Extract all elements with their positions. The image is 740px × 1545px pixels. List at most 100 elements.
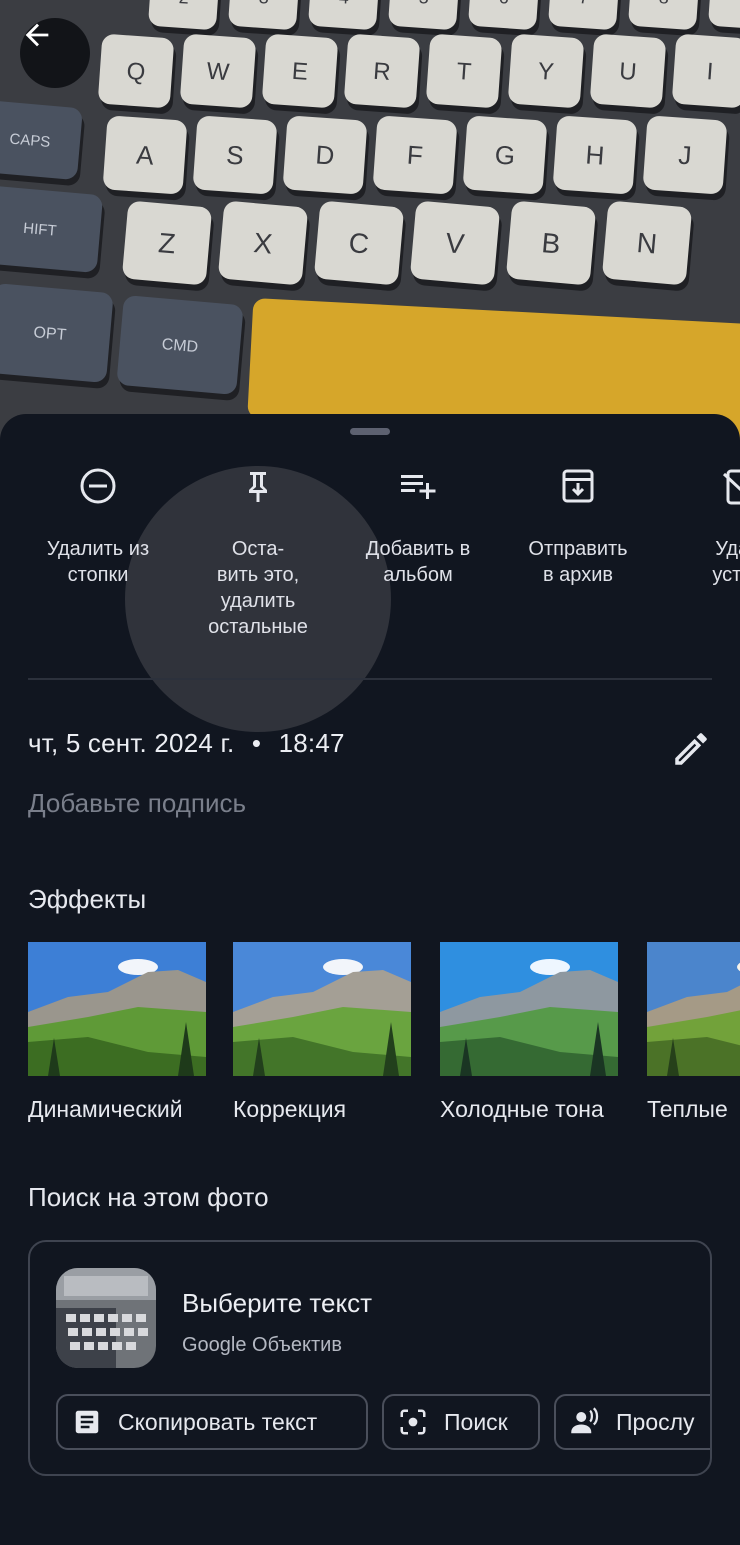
key-H: H xyxy=(553,116,640,201)
document-text-icon xyxy=(75,1410,99,1434)
lens-search-chip[interactable]: Поиск xyxy=(382,1394,540,1450)
playlist-add-icon xyxy=(401,475,436,499)
svg-text:S: S xyxy=(225,140,244,171)
svg-text:C: C xyxy=(348,227,371,260)
chip-label: Скопировать текст xyxy=(118,1408,318,1435)
speak-person-icon xyxy=(571,1407,599,1434)
photo-time: 18:47 xyxy=(278,728,345,758)
key-3: 3 xyxy=(228,0,302,36)
remove-circle-icon xyxy=(80,468,116,504)
key-shift: HIFT xyxy=(0,185,105,279)
divider xyxy=(28,678,712,680)
photo-datetime: чт, 5 сент. 2024 г. • 18:47 xyxy=(28,728,345,759)
svg-text:U: U xyxy=(618,58,637,86)
effect-thumbnail xyxy=(233,942,411,1076)
svg-text:8: 8 xyxy=(658,0,669,8)
photo-details-sheet: Удалить из стопки Оста- вить это, удалит… xyxy=(0,414,740,1545)
svg-text:CAPS: CAPS xyxy=(9,130,51,150)
keyboard-photo: 2345678(QWERTYUICAPSASDFGHJHIFTZXCVBNOPT… xyxy=(0,0,740,440)
svg-text:A: A xyxy=(135,140,155,171)
arrow-back-icon xyxy=(25,23,49,47)
action-archive[interactable]: Отправить в архив xyxy=(503,452,653,588)
svg-text:D: D xyxy=(315,139,336,170)
lens-preview-thumbnail[interactable] xyxy=(56,1268,156,1368)
effect-name: Холодные тона xyxy=(440,1096,604,1122)
effect-name: Коррекция xyxy=(233,1096,347,1122)
pin-icon xyxy=(249,472,267,502)
svg-text:HIFT: HIFT xyxy=(23,220,58,240)
chip-label: Прослу xyxy=(616,1408,695,1435)
datetime-separator: • xyxy=(251,728,262,758)
svg-text:7: 7 xyxy=(578,0,589,8)
key-B: B xyxy=(506,201,598,291)
key-I: I xyxy=(672,34,740,114)
effect-cool-tones[interactable]: Холодные тона xyxy=(440,942,618,1123)
key-G: G xyxy=(463,116,550,201)
back-button[interactable] xyxy=(20,18,90,88)
svg-text:H: H xyxy=(585,139,606,170)
svg-text:2: 2 xyxy=(178,0,189,8)
svg-text:Q: Q xyxy=(126,58,147,86)
key-Q: Q xyxy=(98,34,177,114)
action-remove-from-stack[interactable]: Удалить из стопки xyxy=(23,452,173,588)
svg-text:B: B xyxy=(540,227,561,260)
photo-viewer[interactable]: 2345678(QWERTYUICAPSASDFGHJHIFTZXCVBNOPT… xyxy=(0,0,740,440)
svg-text:G: G xyxy=(494,139,516,170)
svg-text:T: T xyxy=(456,58,473,86)
stack-actions-row: Удалить из стопки Оста- вить это, удалит… xyxy=(0,452,740,732)
key-7: 7 xyxy=(548,0,622,36)
effect-name: Динамический xyxy=(28,1096,183,1122)
effect-thumbnail xyxy=(28,942,206,1076)
effect-warm-tones[interactable]: Теплые xyxy=(647,942,740,1123)
key-R: R xyxy=(344,34,423,114)
listen-chip[interactable]: Прослу xyxy=(554,1394,710,1450)
key-6: 6 xyxy=(468,0,542,36)
effect-correction[interactable]: Коррекция xyxy=(233,942,411,1123)
svg-text:E: E xyxy=(291,58,309,86)
lens-preview-image xyxy=(56,1268,156,1368)
lens-title: Выберите текст xyxy=(182,1288,373,1318)
key-2: 2 xyxy=(148,0,222,36)
effect-name: Теплые xyxy=(647,1096,728,1122)
svg-text:5: 5 xyxy=(418,0,429,8)
chip-label: Поиск xyxy=(444,1408,508,1435)
edit-pencil-icon xyxy=(675,733,707,765)
svg-text:6: 6 xyxy=(498,0,509,8)
copy-text-chip[interactable]: Скопировать текст xyxy=(56,1394,368,1450)
key-T: T xyxy=(426,34,505,114)
action-delete-from-device[interactable]: Удал устро xyxy=(663,452,740,588)
action-label: Удал устро xyxy=(712,538,740,586)
key-V: V xyxy=(410,201,502,291)
svg-text:X: X xyxy=(252,227,274,260)
effect-dynamic[interactable]: Динамический xyxy=(28,942,206,1123)
edit-datetime-button[interactable] xyxy=(670,728,712,770)
effects-carousel[interactable]: Динамический Коррекция Холодные тона Теп… xyxy=(0,942,740,1142)
google-lens-card[interactable]: Выберите текст Google Объектив Скопирова… xyxy=(28,1240,712,1476)
lens-subtitle: Google Объектив xyxy=(182,1334,342,1356)
effect-thumbnail xyxy=(440,942,618,1076)
action-label: Отправить в архив xyxy=(528,538,628,586)
key-N: N xyxy=(602,201,694,291)
svg-text:OPT: OPT xyxy=(33,324,67,344)
action-label: Оста- вить это, удалить остальные xyxy=(208,538,308,638)
key-A: A xyxy=(103,116,190,201)
svg-text:R: R xyxy=(372,58,391,86)
key-C: C xyxy=(314,201,406,291)
drag-handle[interactable] xyxy=(350,428,390,435)
svg-text:Y: Y xyxy=(537,58,555,86)
svg-text:3: 3 xyxy=(258,0,269,8)
svg-text:CMD: CMD xyxy=(161,336,199,356)
key-S: S xyxy=(193,116,280,201)
key-5: 5 xyxy=(388,0,462,36)
action-add-to-album[interactable]: Добавить в альбом xyxy=(343,452,493,588)
key-8: 8 xyxy=(628,0,702,36)
key-E: E xyxy=(262,34,341,114)
lens-search-icon xyxy=(400,1409,426,1435)
action-label: Добавить в альбом xyxy=(365,538,471,586)
key-4: 4 xyxy=(308,0,382,36)
svg-text:F: F xyxy=(406,140,424,171)
caption-field[interactable]: Добавьте подпись xyxy=(28,788,628,828)
action-keep-this-delete-others[interactable]: Оста- вить это, удалить остальные xyxy=(183,452,333,640)
svg-text:V: V xyxy=(444,227,466,260)
photo-date: чт, 5 сент. 2024 г. xyxy=(28,728,235,758)
